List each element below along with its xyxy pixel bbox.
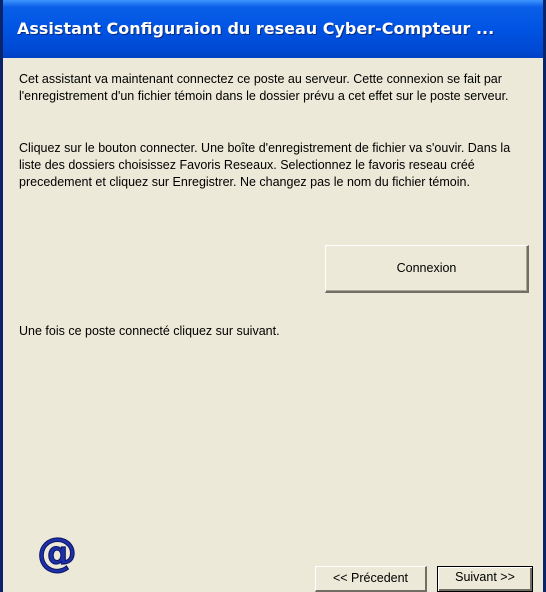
previous-button[interactable]: << Précedent (315, 566, 427, 592)
window-title: Assistant Configuraion du reseau Cyber-C… (17, 19, 495, 38)
next-button[interactable]: Suivant >> (437, 566, 533, 592)
at-sign-icon: @ (33, 528, 81, 577)
intro-paragraph: Cet assistant va maintenant connectez ce… (19, 72, 509, 103)
title-bar[interactable]: Assistant Configuraion du reseau Cyber-C… (3, 0, 543, 58)
at-sign-glyph: @ (37, 530, 77, 576)
next-step-paragraph: Une fois ce poste connecté cliquez sur s… (19, 324, 280, 338)
instructions-paragraph: Cliquez sur le bouton connecter. Une boî… (19, 141, 511, 189)
wizard-window: Assistant Configuraion du reseau Cyber-C… (0, 0, 546, 592)
connect-button[interactable]: Connexion (325, 245, 529, 293)
